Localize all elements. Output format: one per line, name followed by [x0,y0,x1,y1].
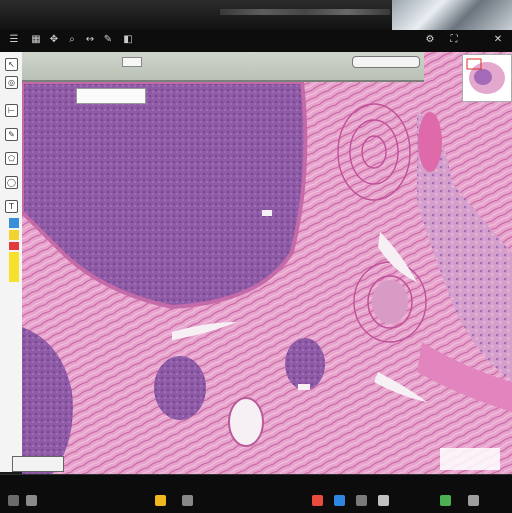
zoom-readout [440,448,500,470]
viewer-header [22,52,424,82]
color-swatch-yellow[interactable] [9,230,19,240]
pan-icon[interactable]: ✥ [48,34,60,46]
color-swatch-highlight[interactable] [9,252,19,282]
measure-icon[interactable]: ↔ [84,34,96,46]
app-icon-5[interactable] [378,495,389,506]
magnify-tool-icon[interactable]: ◎ [5,76,18,89]
folder-icon[interactable] [155,495,166,506]
slide-selector[interactable] [122,57,142,67]
color-swatch-red[interactable] [9,242,19,250]
close-icon[interactable]: ✕ [492,34,504,46]
search-icon[interactable] [26,495,37,506]
app-icon-4[interactable] [356,495,367,506]
fullscreen-icon[interactable]: ⛶ [448,34,460,46]
search-input[interactable] [352,56,420,68]
pointer-tool-icon[interactable]: ↖ [5,58,18,71]
color-swatch-blue[interactable] [9,218,19,228]
menu-icon[interactable]: ☰ [8,34,20,46]
title-text-blur [220,9,390,15]
tray-icon[interactable] [440,495,451,506]
grid-icon[interactable]: ▦ [30,34,42,46]
settings-icon[interactable]: ⚙ [424,34,436,46]
text-tool-icon[interactable]: T [5,200,18,213]
overview-thumbnail[interactable] [462,54,512,102]
clock-icon[interactable] [468,495,479,506]
slide-viewport[interactable] [22,52,512,474]
annotate-icon[interactable]: ✎ [102,34,114,46]
tissue-image [22,52,512,474]
ruler-tool-icon[interactable]: ⊢ [5,104,18,117]
layers-icon[interactable]: ◧ [122,34,134,46]
start-icon[interactable] [8,495,19,506]
title-bar [0,0,512,30]
window-thumbnail [392,0,512,30]
toolbar: ☰ ▦ ✥ ⌕ ↔ ✎ ◧ ⚙ ⛶ ✕ [0,30,512,53]
pen-tool-icon[interactable]: ✎ [5,128,18,141]
scale-bar [12,456,64,472]
app-icon-3[interactable] [334,495,345,506]
ellipse-tool-icon[interactable]: ◯ [5,176,18,189]
slide-label [76,88,146,104]
polygon-tool-icon[interactable]: ⬠ [5,152,18,165]
zoom-icon[interactable]: ⌕ [66,34,78,46]
app-icon-2[interactable] [312,495,323,506]
app-icon-1[interactable] [182,495,193,506]
taskbar [0,474,512,513]
tool-palette: ↖ ◎ ⊢ ✎ ⬠ ◯ T [0,52,23,472]
